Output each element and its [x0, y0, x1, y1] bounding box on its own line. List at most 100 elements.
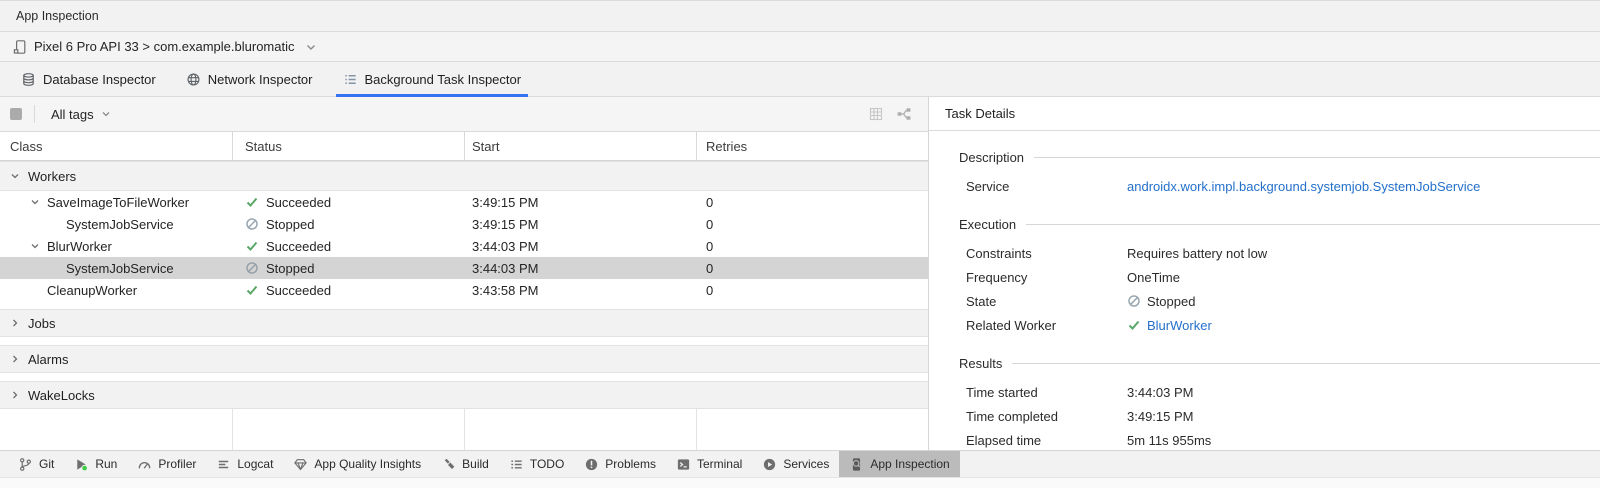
all-tags-label: All tags [51, 107, 94, 122]
terminal-icon [676, 457, 691, 472]
device-process-selector[interactable]: Pixel 6 Pro API 33 > com.example.bluroma… [34, 39, 294, 54]
tab-background-task-inspector[interactable]: Background Task Inspector [328, 62, 537, 96]
detail-label: Related Worker [959, 318, 1127, 333]
group-row-workers[interactable]: Workers [0, 161, 928, 191]
toolwindow-problems[interactable]: Problems [574, 451, 666, 477]
toolwindow-label: TODO [530, 457, 564, 471]
toolbar-separator [34, 105, 35, 123]
column-header-retries[interactable]: Retries [697, 132, 929, 160]
column-header-class[interactable]: Class [0, 132, 233, 160]
tab-label: Background Task Inspector [365, 72, 522, 87]
task-list-icon [343, 72, 358, 87]
toolwindow-label: App Inspection [870, 457, 949, 471]
column-divider [232, 409, 233, 450]
tab-network-inspector[interactable]: Network Inspector [171, 62, 328, 96]
worker-class: BlurWorker [47, 239, 112, 254]
table-toolbar: All tags [0, 97, 928, 132]
device-selector-bar: Pixel 6 Pro API 33 > com.example.bluroma… [0, 32, 1600, 62]
problems-icon [584, 457, 599, 472]
worker-class: CleanupWorker [47, 283, 137, 298]
toolwindow-label: Problems [605, 457, 656, 471]
window-bottom-strip [0, 477, 1600, 488]
retries-count: 0 [697, 195, 929, 210]
toolwindow-services[interactable]: Services [752, 451, 839, 477]
detail-label: Time completed [959, 409, 1127, 424]
status-text: Succeeded [266, 239, 331, 254]
toolwindow-label: Services [783, 457, 829, 471]
group-label: Alarms [28, 352, 68, 367]
detail-label: Frequency [959, 270, 1127, 285]
column-header-start[interactable]: Start [465, 132, 697, 160]
toolwindow-todo[interactable]: TODO [499, 451, 574, 477]
section-results: Results [959, 356, 1600, 371]
column-divider [696, 409, 697, 450]
chevron-down-icon[interactable] [28, 195, 42, 209]
detail-row-service: Service androidx.work.impl.background.sy… [959, 174, 1600, 198]
logcat-lines-icon [216, 457, 231, 472]
start-time: 3:43:58 PM [465, 283, 697, 298]
status-text: Stopped [266, 261, 314, 276]
retries-count: 0 [697, 217, 929, 232]
services-icon [762, 457, 777, 472]
toolwindow-terminal[interactable]: Terminal [666, 451, 752, 477]
stopped-icon [245, 261, 259, 275]
chevron-down-icon[interactable] [28, 239, 42, 253]
tab-database-inspector[interactable]: Database Inspector [6, 62, 171, 96]
worker-class: SaveImageToFileWorker [47, 195, 189, 210]
service-link[interactable]: androidx.work.impl.background.systemjob.… [1127, 179, 1480, 194]
stop-inspector-icon[interactable] [10, 108, 22, 120]
retries-count: 0 [697, 239, 929, 254]
run-icon [74, 457, 89, 472]
status-text: Succeeded [266, 195, 331, 210]
all-tags-dropdown[interactable]: All tags [47, 105, 117, 124]
tool-window-titlebar: App Inspection [0, 0, 1600, 32]
stopped-icon [245, 217, 259, 231]
detail-row-constraints: Constraints Requires battery not low [959, 241, 1600, 265]
detail-label: Elapsed time [959, 433, 1127, 448]
related-worker-link[interactable]: BlurWorker [1147, 318, 1212, 333]
table-row[interactable]: SaveImageToFileWorker Succeeded 3:49:15 … [0, 191, 928, 213]
detail-label: Time started [959, 385, 1127, 400]
globe-icon [186, 72, 201, 87]
tool-window-bar: Git Run Profiler Logcat [0, 450, 1600, 477]
success-check-icon [245, 195, 259, 209]
group-row-wakelocks[interactable]: WakeLocks [0, 381, 928, 409]
detail-row-frequency: Frequency OneTime [959, 265, 1600, 289]
status-text: Stopped [266, 217, 314, 232]
group-label: WakeLocks [28, 388, 95, 403]
group-row-alarms[interactable]: Alarms [0, 345, 928, 373]
toolwindow-logcat[interactable]: Logcat [206, 451, 283, 477]
column-divider [464, 409, 465, 450]
toolwindow-label: Logcat [237, 457, 273, 471]
start-time: 3:44:03 PM [465, 239, 697, 254]
graph-view-icon[interactable] [896, 106, 912, 122]
toolwindow-app-inspection[interactable]: App Inspection [839, 451, 959, 477]
worker-class: SystemJobService [66, 217, 174, 232]
retries-count: 0 [697, 283, 929, 298]
chevron-down-icon[interactable] [304, 40, 318, 54]
database-icon [21, 72, 36, 87]
task-details-panel: Task Details Description Service android… [929, 97, 1600, 450]
table-row-selected[interactable]: SystemJobService Stopped 3:44:03 PM 0 [0, 257, 928, 279]
toolwindow-label: Run [95, 457, 117, 471]
table-row[interactable]: CleanupWorker Succeeded 3:43:58 PM 0 [0, 279, 928, 301]
table-row[interactable]: BlurWorker Succeeded 3:44:03 PM 0 [0, 235, 928, 257]
toolwindow-run[interactable]: Run [64, 451, 127, 477]
git-branch-icon [18, 457, 33, 472]
main-content: All tags [0, 97, 1600, 450]
group-row-jobs[interactable]: Jobs [0, 309, 928, 337]
table-row[interactable]: SystemJobService Stopped 3:49:15 PM 0 [0, 213, 928, 235]
table-header: Class Status Start Retries [0, 132, 928, 161]
toolwindow-app-quality-insights[interactable]: App Quality Insights [283, 451, 431, 477]
chevron-down-icon [8, 169, 22, 183]
section-description: Description [959, 150, 1600, 165]
toolwindow-build[interactable]: Build [431, 451, 499, 477]
column-header-status[interactable]: Status [233, 132, 465, 160]
toolwindow-git[interactable]: Git [8, 451, 64, 477]
table-view-icon[interactable] [868, 106, 884, 122]
chevron-right-icon [8, 388, 22, 402]
task-details-header: Task Details [929, 97, 1600, 131]
toolwindow-profiler[interactable]: Profiler [127, 451, 206, 477]
toolwindow-label: Git [39, 457, 54, 471]
detail-label: State [959, 294, 1127, 309]
